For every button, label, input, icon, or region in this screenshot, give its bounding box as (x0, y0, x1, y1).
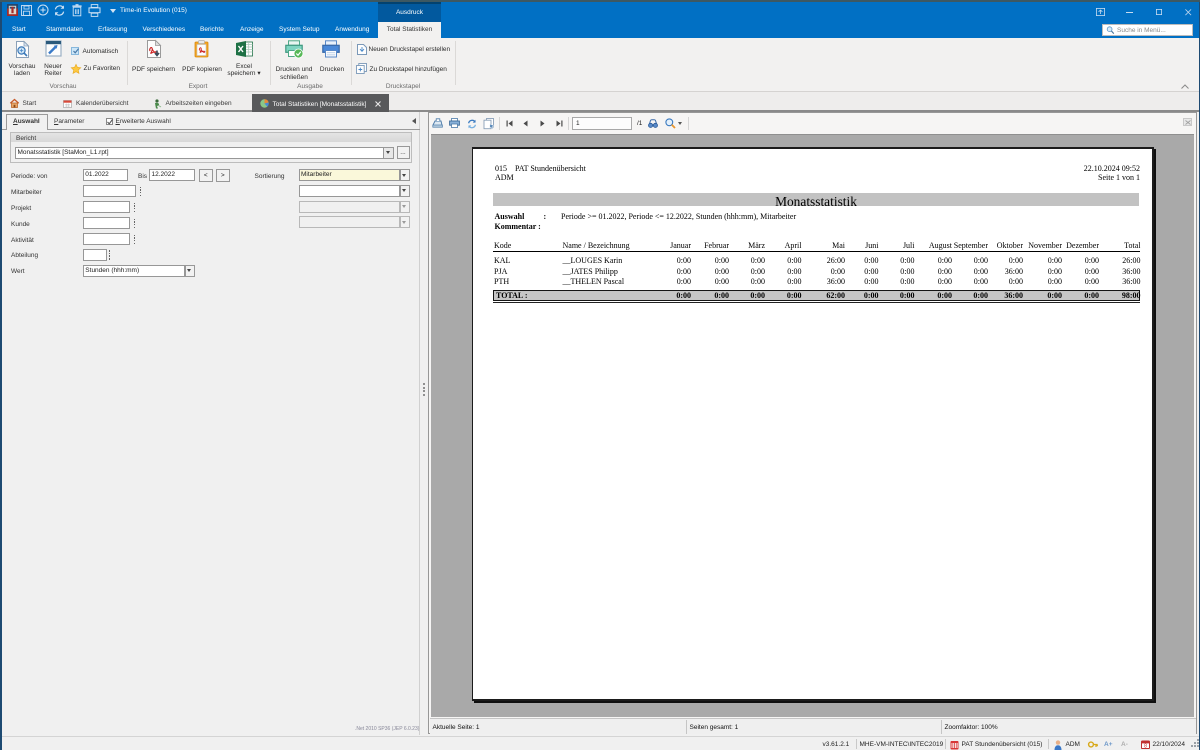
svg-text:8: 8 (1144, 743, 1147, 749)
